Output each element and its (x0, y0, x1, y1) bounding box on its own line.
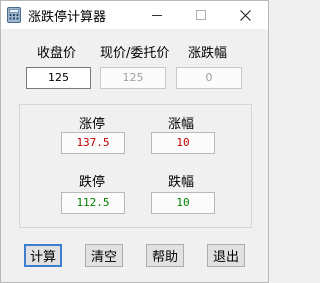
calculate-button[interactable]: 计算 (24, 244, 62, 267)
current-price-label: 现价/委托价 (100, 46, 170, 61)
calculator-icon (7, 7, 21, 23)
down-pct-value: 10 (151, 192, 215, 214)
title-bar[interactable]: 涨跌停计算器 (1, 1, 268, 29)
clear-button[interactable]: 清空 (85, 244, 123, 267)
limit-down-value: 112.5 (61, 192, 125, 214)
change-pct-label: 涨跌幅 (188, 46, 228, 61)
maximize-button[interactable] (179, 1, 223, 29)
minimize-button[interactable] (135, 1, 179, 29)
close-button[interactable] (223, 1, 267, 29)
results-group (19, 104, 252, 228)
limit-down-label: 跌停 (79, 175, 106, 190)
window-title: 涨跌停计算器 (28, 10, 107, 25)
close-icon (239, 9, 251, 21)
help-button[interactable]: 帮助 (146, 244, 184, 267)
maximize-icon (196, 10, 206, 20)
minimize-icon (152, 15, 162, 16)
change-pct-input[interactable]: 0 (176, 67, 242, 89)
close-price-input[interactable]: 125 (26, 67, 91, 89)
down-pct-label: 跌幅 (168, 175, 195, 190)
calculator-window: 涨跌停计算器 收盘价 125 现价/委托价 125 涨跌幅 0 涨停 137.5… (0, 0, 269, 283)
up-pct-label: 涨幅 (168, 117, 195, 132)
close-price-label: 收盘价 (37, 46, 77, 61)
current-price-input[interactable]: 125 (100, 67, 166, 89)
limit-up-label: 涨停 (79, 117, 106, 132)
up-pct-value: 10 (151, 132, 215, 154)
exit-button[interactable]: 退出 (207, 244, 245, 267)
limit-up-value: 137.5 (61, 132, 125, 154)
